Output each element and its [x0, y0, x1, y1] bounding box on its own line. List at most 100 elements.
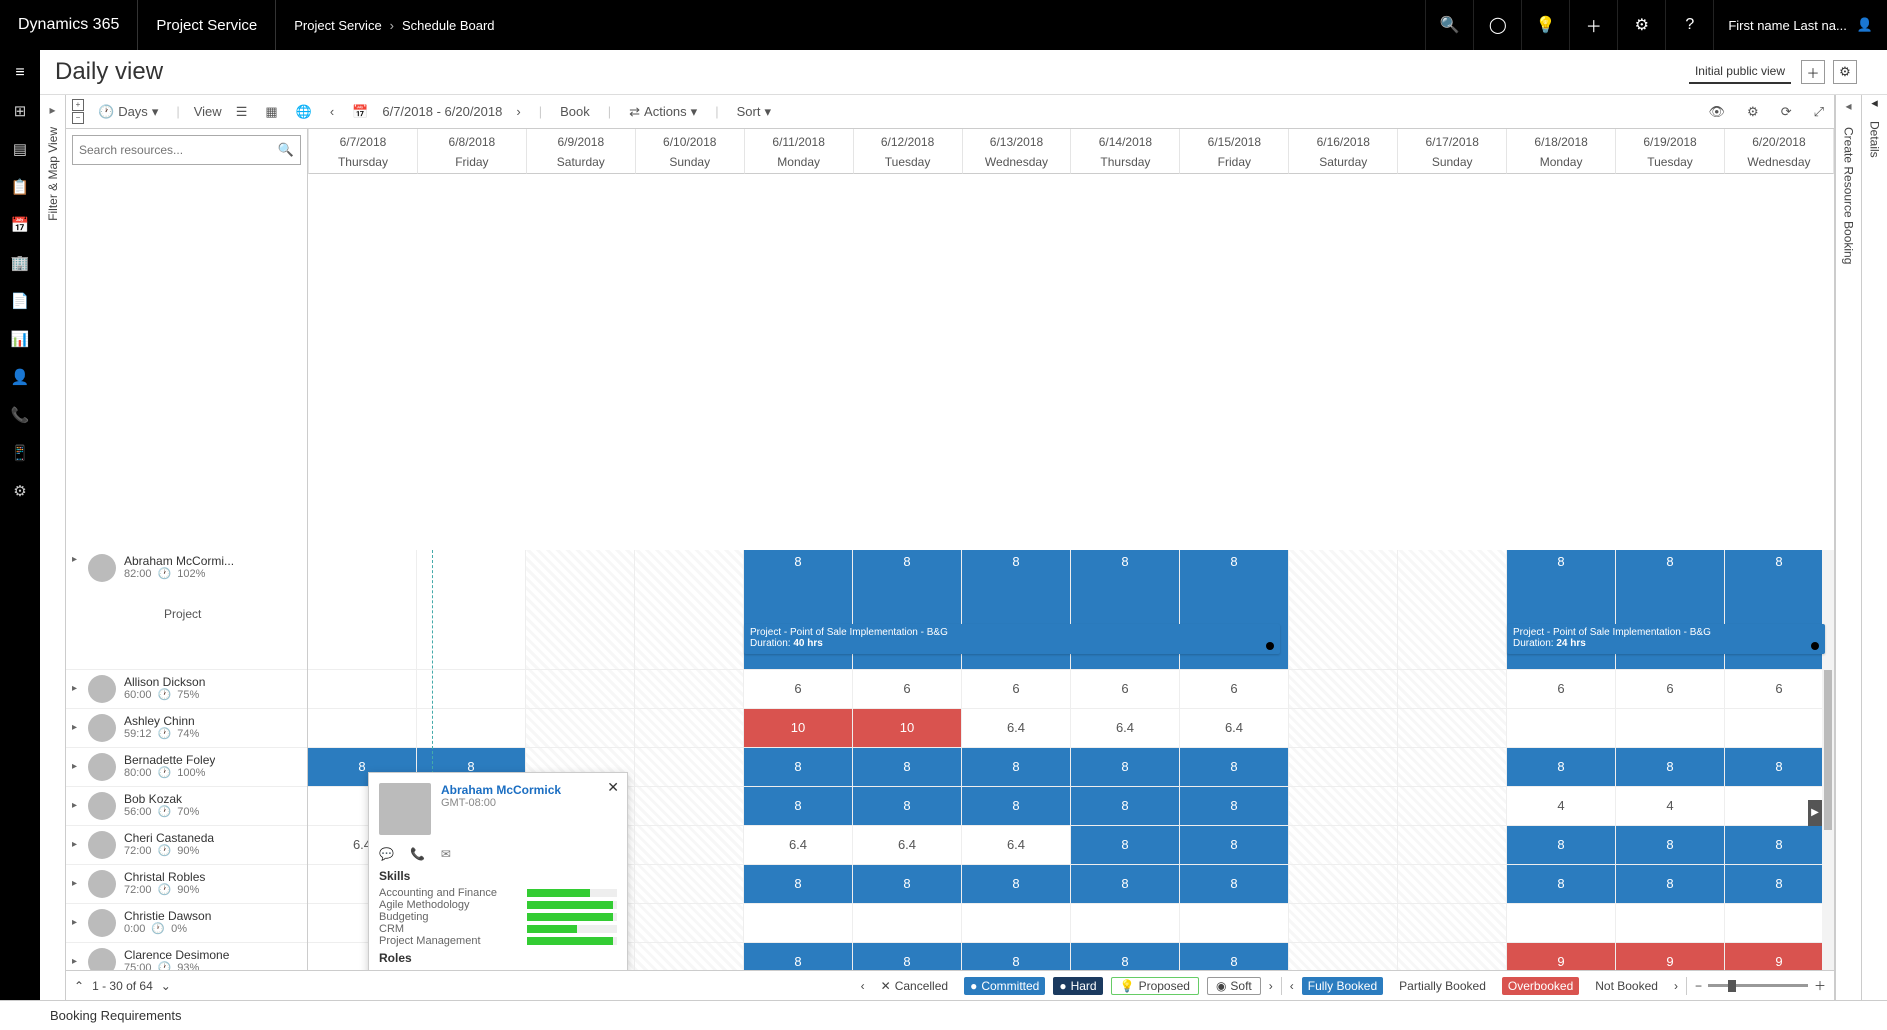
status-scroll-right[interactable]: ›: [1269, 979, 1273, 993]
nav-settings-icon[interactable]: ⚙: [10, 481, 30, 501]
schedule-cell[interactable]: 8: [1725, 865, 1834, 903]
schedule-cell[interactable]: [1398, 787, 1507, 825]
schedule-cell[interactable]: 6.4: [853, 826, 962, 864]
schedule-cell[interactable]: [1398, 748, 1507, 786]
schedule-cell[interactable]: [635, 550, 744, 669]
resource-row[interactable]: ▸ Cheri Castaneda 72:00 🕐 90%: [66, 826, 307, 865]
schedule-cell[interactable]: [1398, 943, 1507, 971]
schedule-cell[interactable]: 8: [853, 748, 962, 786]
schedule-cell[interactable]: [1289, 670, 1398, 708]
expand-icon[interactable]: ▸: [72, 839, 80, 850]
schedule-cell[interactable]: [635, 826, 744, 864]
schedule-cell[interactable]: [1180, 904, 1289, 942]
nav-accounts-icon[interactable]: 🏢: [10, 253, 30, 273]
status-soft[interactable]: ◉ Soft: [1207, 977, 1261, 995]
schedule-cell[interactable]: 6: [1180, 670, 1289, 708]
schedule-cell[interactable]: 9: [1616, 943, 1725, 971]
hamburger-icon[interactable]: ≡: [0, 50, 40, 95]
schedule-cell[interactable]: [1071, 904, 1180, 942]
grid-view-button[interactable]: ▦: [261, 102, 281, 122]
prev-range-button[interactable]: ‹: [326, 102, 338, 121]
schedule-cell[interactable]: [1289, 709, 1398, 747]
status-committed[interactable]: ● Committed: [964, 977, 1045, 995]
board-settings-icon[interactable]: ⚙: [1743, 102, 1763, 122]
collapse-all-icon[interactable]: −: [72, 112, 84, 124]
tab-initial-public-view[interactable]: Initial public view: [1689, 60, 1791, 84]
schedule-cell[interactable]: 8: [1071, 787, 1180, 825]
resource-search[interactable]: 🔍: [72, 135, 301, 165]
status-overbooked[interactable]: Overbooked: [1502, 977, 1579, 995]
schedule-cell[interactable]: 8: [1180, 865, 1289, 903]
schedule-cell[interactable]: 6: [962, 670, 1071, 708]
schedule-cell[interactable]: 8: [1725, 748, 1834, 786]
booking-scroll-right[interactable]: ›: [1674, 979, 1678, 993]
timescale-dropdown[interactable]: 🕐 Days ▾: [94, 102, 162, 122]
nav-phone-icon[interactable]: 📞: [10, 405, 30, 425]
schedule-cell[interactable]: 9: [1507, 943, 1616, 971]
help-icon[interactable]: ?: [1665, 0, 1713, 50]
zoom-control[interactable]: − ＋: [1695, 977, 1826, 994]
hover-name[interactable]: Abraham McCormick: [441, 783, 561, 797]
schedule-cell[interactable]: [635, 748, 744, 786]
schedule-cell[interactable]: [308, 709, 417, 747]
book-button[interactable]: Book: [556, 102, 594, 121]
resource-row[interactable]: ▸ Bob Kozak 56:00 🕐 70%: [66, 787, 307, 826]
schedule-cell[interactable]: 8: [1507, 826, 1616, 864]
schedule-cell[interactable]: [1398, 670, 1507, 708]
search-input[interactable]: [79, 143, 278, 157]
resource-row[interactable]: ▸ Christal Robles 72:00 🕐 90%: [66, 865, 307, 904]
task-bar[interactable]: Project - Point of Sale Implementation -…: [744, 624, 1280, 654]
add-tab-button[interactable]: ＋: [1801, 60, 1825, 84]
date-range[interactable]: 6/7/2018 - 6/20/2018: [382, 104, 502, 119]
schedule-cell[interactable]: 8: [962, 865, 1071, 903]
schedule-cell[interactable]: [1398, 904, 1507, 942]
schedule-cell[interactable]: [635, 709, 744, 747]
list-view-button[interactable]: ☰: [232, 102, 252, 122]
schedule-cell[interactable]: [1616, 709, 1725, 747]
search-icon[interactable]: 🔍: [278, 142, 294, 158]
resource-row[interactable]: ▸ Clarence Desimone 75:00 🕐 93%: [66, 943, 307, 971]
resource-row[interactable]: ▸ Allison Dickson 60:00 🕐 75%: [66, 670, 307, 709]
next-range-button[interactable]: ›: [512, 102, 524, 121]
chat-icon[interactable]: 💬: [379, 847, 394, 861]
expand-icon[interactable]: ▸: [72, 956, 80, 967]
nav-dashboard-icon[interactable]: ▤: [10, 139, 30, 159]
schedule-cell[interactable]: 6: [1507, 670, 1616, 708]
schedule-cell[interactable]: [635, 787, 744, 825]
schedule-cell[interactable]: [308, 670, 417, 708]
add-icon[interactable]: ＋: [1569, 0, 1617, 50]
schedule-cell[interactable]: [744, 904, 853, 942]
page-down-button[interactable]: ⌄: [161, 979, 171, 993]
schedule-cell[interactable]: 8: [1725, 826, 1834, 864]
schedule-cell[interactable]: 6: [744, 670, 853, 708]
status-scroll-left[interactable]: ‹: [861, 979, 865, 993]
schedule-cell[interactable]: [417, 670, 526, 708]
schedule-cell[interactable]: 4: [1616, 787, 1725, 825]
schedule-cell[interactable]: 8: [853, 943, 962, 971]
schedule-cell[interactable]: 6: [1725, 670, 1834, 708]
status-not-booked[interactable]: Not Booked: [1587, 978, 1666, 994]
status-hard[interactable]: ● Hard: [1053, 977, 1102, 995]
nav-calendar-icon[interactable]: 📅: [10, 215, 30, 235]
lightbulb-icon[interactable]: 💡: [1521, 0, 1569, 50]
schedule-cell[interactable]: [1398, 826, 1507, 864]
schedule-cell[interactable]: [1289, 865, 1398, 903]
close-icon[interactable]: ✕: [607, 779, 619, 796]
details-panel-collapsed[interactable]: ◂ Details: [1861, 95, 1887, 1000]
schedule-cell[interactable]: 6.4: [1071, 709, 1180, 747]
visibility-icon[interactable]: 👁: [1705, 102, 1730, 122]
status-fully-booked[interactable]: Fully Booked: [1302, 977, 1383, 995]
schedule-cell[interactable]: [635, 904, 744, 942]
expand-icon[interactable]: ▸: [72, 800, 80, 811]
nav-contacts-icon[interactable]: 👤: [10, 367, 30, 387]
schedule-cell[interactable]: 8: [1616, 748, 1725, 786]
email-icon[interactable]: ✉: [441, 847, 451, 861]
schedule-cell[interactable]: [308, 550, 417, 669]
task-icon[interactable]: ◯: [1473, 0, 1521, 50]
schedule-cell[interactable]: 6: [853, 670, 962, 708]
schedule-cell[interactable]: 8: [1071, 748, 1180, 786]
schedule-cell[interactable]: [1616, 904, 1725, 942]
refresh-icon[interactable]: ⟳: [1777, 102, 1796, 122]
schedule-cell[interactable]: 8: [962, 787, 1071, 825]
schedule-cell[interactable]: 6.4: [962, 709, 1071, 747]
